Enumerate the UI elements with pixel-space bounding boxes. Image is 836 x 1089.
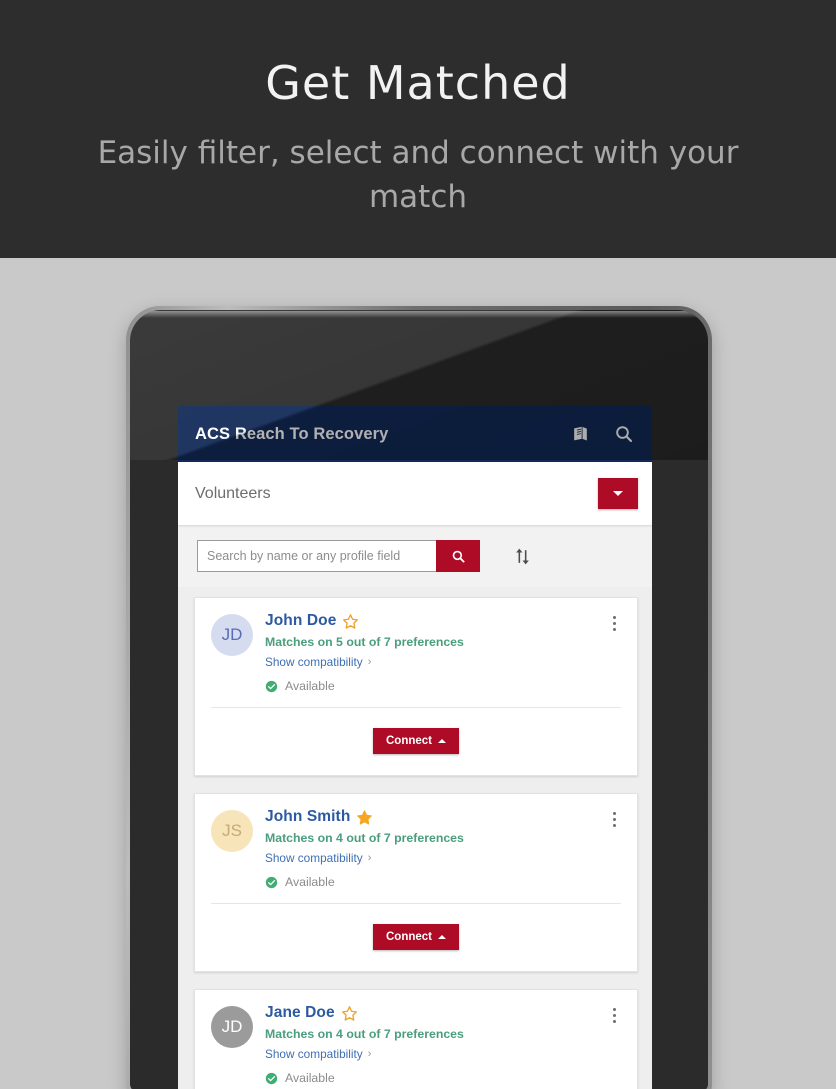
chevron-up-icon	[438, 739, 446, 743]
volunteer-card[interactable]: JD Jane Doe Matches on 4 out of 7 prefer…	[194, 989, 638, 1089]
match-summary: Matches on 4 out of 7 preferences	[265, 1027, 464, 1041]
dot	[612, 1008, 616, 1011]
volunteer-name-row: Jane Doe	[265, 1004, 605, 1022]
volunteer-card[interactable]: JS John Smith Matches on 4 out of 7 pref…	[194, 793, 638, 972]
volunteer-name-row: John Doe	[265, 612, 605, 630]
promo-title: Get Matched	[265, 56, 571, 110]
app-title: ACS Reach To Recovery	[195, 424, 389, 443]
book-icon[interactable]	[568, 422, 592, 446]
volunteer-name: Jane Doe	[265, 1004, 335, 1021]
page-root: Get Matched Easily filter, select and co…	[0, 0, 836, 1089]
card-overflow-menu-icon[interactable]	[605, 1004, 623, 1085]
search-input[interactable]	[197, 540, 436, 572]
volunteer-list: JD John Doe Matches on 5 out of 7 prefer…	[178, 587, 652, 1089]
chevron-right-icon: ›	[367, 852, 372, 864]
status-badge: Available	[285, 875, 335, 889]
card-overflow-menu-icon[interactable]	[605, 808, 623, 889]
volunteer-info: John Smith Matches on 4 out of 7 prefere…	[253, 808, 605, 889]
phone-bezel: ACS Reach To Recovery Volunteers Search …	[130, 310, 708, 1089]
volunteer-name: John Doe	[265, 612, 337, 629]
volunteer-name-row: John Smith	[265, 808, 605, 826]
show-compatibility-link[interactable]: Show compatibility ›	[265, 851, 371, 865]
availability-status: Available	[265, 679, 605, 693]
status-badge: Available	[285, 1071, 335, 1085]
search-toolbar	[178, 525, 652, 587]
app-bar: ACS Reach To Recovery	[178, 406, 652, 462]
show-compatibility-label: Show compatibility	[265, 851, 363, 865]
card-footer: Connect	[195, 708, 637, 775]
phone-top-edge-highlight	[134, 311, 704, 318]
volunteer-card-body: JD Jane Doe Matches on 4 out of 7 prefer…	[195, 990, 637, 1089]
sort-icon[interactable]	[508, 542, 536, 570]
connect-button[interactable]: Connect	[373, 924, 459, 950]
check-circle-icon	[265, 680, 278, 692]
app-bar-actions	[568, 422, 636, 446]
card-overflow-menu-icon[interactable]	[605, 612, 623, 693]
promo-banner: Get Matched Easily filter, select and co…	[0, 0, 836, 258]
volunteer-name: John Smith	[265, 808, 351, 825]
dot	[612, 622, 616, 625]
search-field-group	[197, 540, 480, 572]
chevron-up-icon	[438, 935, 446, 939]
status-badge: Available	[285, 679, 335, 693]
star-outline-icon[interactable]	[342, 613, 359, 630]
promo-subtitle: Easily filter, select and connect with y…	[97, 134, 739, 215]
check-circle-icon	[265, 1072, 278, 1084]
connect-label: Connect	[386, 931, 432, 943]
star-filled-icon[interactable]	[356, 809, 373, 826]
chevron-down-icon	[613, 491, 623, 496]
volunteer-card[interactable]: JD John Doe Matches on 5 out of 7 prefer…	[194, 597, 638, 776]
dot	[612, 824, 616, 827]
connect-label: Connect	[386, 735, 432, 747]
connect-button[interactable]: Connect	[373, 728, 459, 754]
avatar: JS	[211, 810, 253, 852]
dot	[612, 616, 616, 619]
show-compatibility-label: Show compatibility	[265, 655, 363, 669]
avatar: JD	[211, 614, 253, 656]
list-top-spacer	[178, 587, 652, 597]
search-icon[interactable]	[612, 422, 636, 446]
avatar: JD	[211, 1006, 253, 1048]
match-summary: Matches on 5 out of 7 preferences	[265, 635, 464, 649]
show-compatibility-label: Show compatibility	[265, 1047, 363, 1061]
chevron-right-icon: ›	[367, 656, 372, 668]
chevron-right-icon: ›	[367, 1048, 372, 1060]
dot	[612, 1020, 616, 1023]
star-outline-icon[interactable]	[341, 1005, 358, 1022]
search-submit-button[interactable]	[436, 540, 480, 572]
dot	[612, 818, 616, 821]
card-footer: Connect	[195, 904, 637, 971]
app-screen: ACS Reach To Recovery Volunteers Search …	[178, 406, 652, 1089]
volunteer-card-body: JD John Doe Matches on 5 out of 7 prefer…	[195, 598, 637, 703]
section-header: Volunteers	[178, 462, 652, 525]
dot	[612, 628, 616, 631]
dot	[612, 1014, 616, 1017]
check-circle-icon	[265, 876, 278, 888]
phone-device-frame: ACS Reach To Recovery Volunteers Search …	[126, 306, 712, 1089]
match-summary: Matches on 4 out of 7 preferences	[265, 831, 464, 845]
section-title: Volunteers	[195, 484, 271, 502]
volunteer-info: John Doe Matches on 5 out of 7 preferenc…	[253, 612, 605, 693]
volunteer-info: Jane Doe Matches on 4 out of 7 preferenc…	[253, 1004, 605, 1085]
volunteer-card-body: JS John Smith Matches on 4 out of 7 pref…	[195, 794, 637, 899]
show-compatibility-link[interactable]: Show compatibility ›	[265, 655, 371, 669]
dot	[612, 812, 616, 815]
availability-status: Available	[265, 875, 605, 889]
availability-status: Available	[265, 1071, 605, 1085]
filter-dropdown-button[interactable]	[598, 478, 638, 509]
show-compatibility-link[interactable]: Show compatibility ›	[265, 1047, 371, 1061]
